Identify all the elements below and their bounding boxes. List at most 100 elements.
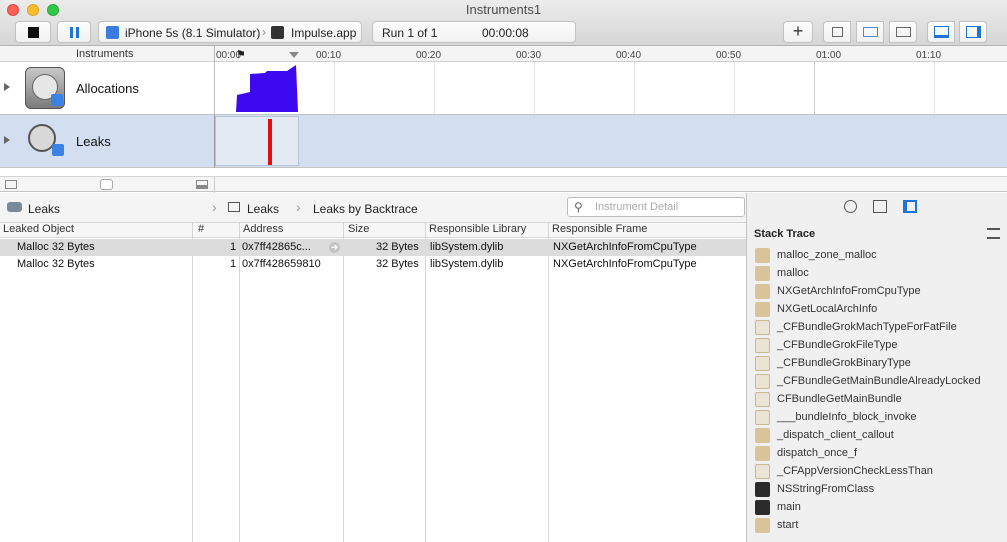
stack-frame-name: NXGetArchInfoFromCpuType xyxy=(777,285,921,297)
stack-trace-title: Stack Trace xyxy=(754,228,816,240)
instrument-row-allocations[interactable]: Allocations xyxy=(0,62,1007,115)
leak-size: 32 Bytes xyxy=(376,241,419,253)
stack-frame[interactable]: malloc_zone_malloc xyxy=(755,246,1005,264)
timeline-ruler[interactable]: Instruments 00:00 00:10 00:20 00:30 00:4… xyxy=(0,46,1007,62)
zoom-slider-icon[interactable] xyxy=(100,179,113,190)
user-code-icon xyxy=(755,482,770,497)
stack-frame[interactable]: _CFBundleGrokFileType xyxy=(755,336,1005,354)
extended-detail-icon[interactable] xyxy=(903,200,917,213)
record-settings-button[interactable] xyxy=(823,21,851,43)
leaks-small-icon xyxy=(7,202,22,212)
target-selector[interactable]: iPhone 5s (8.1 Simulator) › Impulse.app xyxy=(98,21,362,43)
library-icon xyxy=(755,266,770,281)
framework-icon xyxy=(755,410,770,425)
stack-frame[interactable]: _dispatch_client_callout xyxy=(755,426,1005,444)
stack-frame[interactable]: malloc xyxy=(755,264,1005,282)
framework-icon xyxy=(755,464,770,479)
toggle-inspector-button[interactable] xyxy=(959,21,987,43)
column-header-size[interactable]: Size xyxy=(348,223,369,235)
tick-label: 00:50 xyxy=(716,50,742,61)
right-panel-icon xyxy=(966,26,981,38)
add-instrument-button[interactable]: + xyxy=(783,21,813,43)
chart-icon[interactable] xyxy=(5,180,17,189)
stack-frame[interactable]: _CFBundleGrokMachTypeForFatFile xyxy=(755,318,1005,336)
display-settings-button[interactable] xyxy=(856,21,884,43)
column-header-leaked-object[interactable]: Leaked Object xyxy=(3,223,74,235)
jumpbar-detail[interactable]: Leaks by Backtrace xyxy=(313,202,418,216)
grid-icon xyxy=(896,27,911,37)
instruments-header: Instruments xyxy=(76,48,134,60)
snap-track-icon[interactable] xyxy=(196,180,208,189)
stack-frame-name: _CFBundleGrokFileType xyxy=(777,339,898,351)
tick-label: 00:40 xyxy=(616,50,642,61)
search-icon: ⚲ xyxy=(574,200,583,214)
pause-icon xyxy=(70,27,73,38)
stack-frame-name: start xyxy=(777,519,799,531)
stack-frame[interactable]: start xyxy=(755,516,1005,534)
leak-count: 1 xyxy=(230,241,237,253)
stack-frame-name: NXGetLocalArchInfo xyxy=(777,303,878,315)
record-settings-icon[interactable] xyxy=(844,200,857,213)
stop-button[interactable] xyxy=(15,21,51,43)
tick-label: 01:10 xyxy=(916,50,942,61)
toggle-detail-pane-button[interactable] xyxy=(927,21,955,43)
library-icon xyxy=(755,302,770,317)
allocations-area xyxy=(236,65,298,112)
stack-frame-name: CFBundleGetMainBundle xyxy=(777,393,902,405)
stack-frame[interactable]: NXGetArchInfoFromCpuType xyxy=(755,282,1005,300)
stack-frame[interactable]: main xyxy=(755,498,1005,516)
leaks-graph[interactable] xyxy=(215,116,299,166)
jumpbar-instrument[interactable]: Leaks xyxy=(28,202,60,216)
stack-frame[interactable]: _CFBundleGrokBinaryType xyxy=(755,354,1005,372)
extended-detail-pane: Stack Trace malloc_zone_mallocmalloc NXGe… xyxy=(746,193,1007,542)
stack-trace-options-icon[interactable] xyxy=(987,228,1000,239)
table-row[interactable]: Malloc 32 Bytes 1 0x7ff428659810 32 Byte… xyxy=(0,256,746,273)
column-header-address[interactable]: Address xyxy=(243,223,283,235)
stack-frame-name: malloc xyxy=(777,267,809,279)
pause-button[interactable] xyxy=(57,21,91,43)
leak-size: 32 Bytes xyxy=(376,258,419,270)
stack-frame[interactable]: ___bundleInfo_block_invoke xyxy=(755,408,1005,426)
framework-icon xyxy=(755,338,770,353)
stack-frame[interactable]: _CFAppVersionCheckLessThan xyxy=(755,462,1005,480)
target-app[interactable]: Impulse.app xyxy=(291,26,356,40)
tick-label: 00:20 xyxy=(416,50,442,61)
table-row[interactable]: Malloc 32 Bytes 1 0x7ff42865c... ➜ 32 By… xyxy=(0,239,746,256)
stack-frame-name: _dispatch_client_callout xyxy=(777,429,894,441)
column-header-library[interactable]: Responsible Library xyxy=(429,223,526,235)
framework-icon xyxy=(755,320,770,335)
stack-frame[interactable]: CFBundleGetMainBundle xyxy=(755,390,1005,408)
bottom-panel-icon xyxy=(934,26,949,38)
extended-detail-button[interactable] xyxy=(889,21,917,43)
column-header-frame[interactable]: Responsible Frame xyxy=(552,223,647,235)
stack-frame[interactable]: dispatch_once_f xyxy=(755,444,1005,462)
chevron-right-icon: › xyxy=(296,199,301,215)
leaked-object: Malloc 32 Bytes xyxy=(17,258,95,270)
leak-marker[interactable] xyxy=(268,119,272,165)
flag-icon[interactable]: ⚑ xyxy=(236,48,246,61)
stack-frame[interactable]: NSStringFromClass xyxy=(755,480,1005,498)
chevron-right-icon: › xyxy=(262,25,266,39)
stack-frame[interactable]: NXGetLocalArchInfo xyxy=(755,300,1005,318)
stack-frame-name: _CFAppVersionCheckLessThan xyxy=(777,465,933,477)
library-icon xyxy=(755,284,770,299)
jumpbar-view[interactable]: Leaks xyxy=(247,202,279,216)
stack-frame[interactable]: _CFBundleGetMainBundleAlreadyLocked xyxy=(755,372,1005,390)
disclosure-triangle-icon[interactable] xyxy=(4,83,10,91)
framework-icon xyxy=(755,356,770,371)
allocations-graph[interactable] xyxy=(215,62,305,115)
arrow-right-icon[interactable]: ➜ xyxy=(329,242,340,253)
library-icon xyxy=(755,248,770,263)
tick-label: 00:30 xyxy=(516,50,542,61)
stack-frame-name: _CFBundleGrokBinaryType xyxy=(777,357,911,369)
column-header-count[interactable]: # xyxy=(198,223,204,235)
playhead-icon[interactable] xyxy=(289,52,299,58)
instrument-track-list: Allocations Leaks xyxy=(0,62,1007,176)
stack-frame-name: malloc_zone_malloc xyxy=(777,249,877,261)
instrument-row-leaks[interactable]: Leaks xyxy=(0,115,1007,168)
target-device[interactable]: iPhone 5s (8.1 Simulator) xyxy=(125,26,260,40)
disclosure-triangle-icon[interactable] xyxy=(4,136,10,144)
instrument-detail-search[interactable]: ⚲ Instrument Detail xyxy=(567,197,745,217)
stack-frame-name: main xyxy=(777,501,801,513)
display-settings-icon[interactable] xyxy=(873,200,887,213)
